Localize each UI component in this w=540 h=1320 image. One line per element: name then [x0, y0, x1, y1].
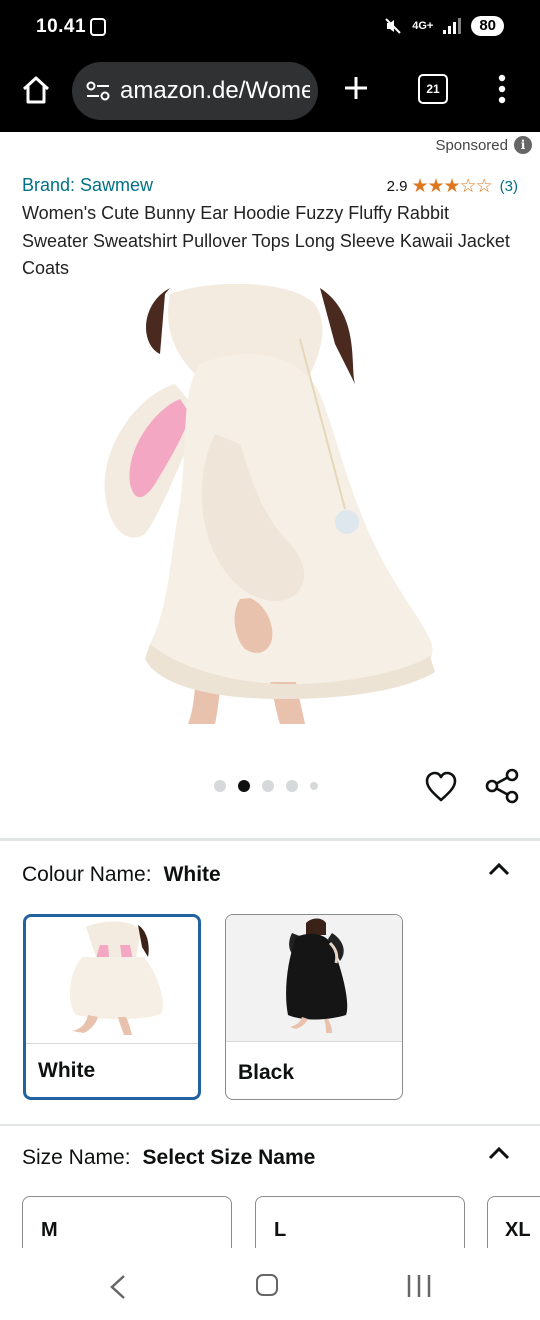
colour-selected-value: White	[163, 863, 221, 886]
back-icon[interactable]	[108, 1274, 128, 1300]
signal-icon	[443, 18, 462, 34]
status-right: 4G+ 80	[384, 16, 504, 36]
brand-link[interactable]: Brand: Sawmew	[22, 175, 153, 196]
product-image[interactable]	[100, 284, 440, 724]
new-tab-icon[interactable]	[340, 72, 372, 104]
swatch-label: White	[38, 1059, 96, 1082]
size-name-heading: Size Name: Select Size Name	[22, 1146, 315, 1170]
address-bar[interactable]: amazon.de/Wome	[72, 62, 318, 120]
share-icon[interactable]	[484, 768, 520, 804]
colour-label: Colour Name:	[22, 863, 152, 886]
rating-value: 2.9	[386, 178, 408, 195]
swatch-separator	[26, 1043, 198, 1044]
sponsored-text: Sponsored	[435, 136, 508, 154]
colour-option-white[interactable]: White	[23, 914, 201, 1100]
sponsored-label[interactable]: Sponsored i	[435, 136, 532, 154]
star-rating-icon: ★★★☆☆	[411, 176, 492, 197]
home-button-icon[interactable]	[256, 1274, 278, 1296]
carousel-dot[interactable]	[310, 782, 318, 790]
colour-option-black[interactable]: Black	[225, 914, 403, 1100]
system-navigation-bar	[0, 1248, 540, 1320]
mute-icon	[385, 18, 401, 34]
more-menu-icon[interactable]	[498, 74, 506, 104]
size-selected-value: Select Size Name	[142, 1146, 316, 1169]
heart-icon[interactable]	[424, 770, 458, 804]
colour-name-heading: Colour Name: White	[22, 863, 221, 887]
swatch-label: Black	[238, 1061, 295, 1084]
carousel-dot[interactable]	[262, 780, 274, 792]
black-hoodie-thumbnail	[226, 915, 402, 1041]
section-divider	[0, 1124, 540, 1126]
rating-summary[interactable]: 2.9 ★★★☆☆ (3)	[387, 175, 518, 198]
status-bar: 10.41 4G+ 80	[0, 0, 540, 56]
network-type: 4G+	[412, 20, 434, 32]
collapse-caret-icon[interactable]	[488, 862, 510, 876]
battery-level: 80	[471, 16, 504, 36]
size-label: Size Name:	[22, 1146, 131, 1169]
rating-count[interactable]: (3)	[500, 178, 518, 195]
carousel-dot-active[interactable]	[238, 780, 250, 792]
home-icon[interactable]	[20, 74, 52, 106]
recent-apps-icon[interactable]	[406, 1274, 432, 1298]
info-icon[interactable]: i	[514, 136, 532, 154]
url-text: amazon.de/Wome	[120, 77, 310, 104]
tab-switcher-button[interactable]: 21	[418, 74, 448, 104]
section-divider	[0, 838, 540, 841]
product-title: Women's Cute Bunny Ear Hoodie Fuzzy Fluf…	[22, 203, 510, 278]
browser-toolbar: amazon.de/Wome 21	[0, 56, 540, 132]
white-hoodie-thumbnail	[26, 917, 198, 1043]
collapse-caret-icon[interactable]	[488, 1146, 510, 1160]
carousel-dot[interactable]	[286, 780, 298, 792]
status-time: 10.41	[36, 16, 87, 37]
swatch-separator	[226, 1041, 402, 1042]
screenshot-notification-icon	[90, 18, 106, 36]
site-settings-icon[interactable]	[86, 81, 110, 101]
image-carousel-indicator[interactable]	[214, 780, 318, 792]
carousel-dot[interactable]	[214, 780, 226, 792]
